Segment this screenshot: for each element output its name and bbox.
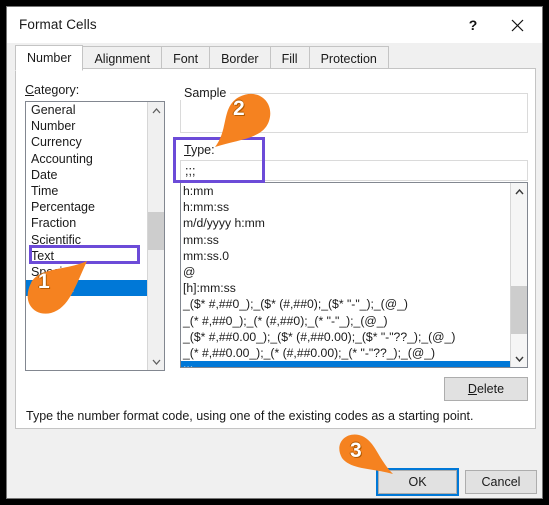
tab-number[interactable]: Number <box>15 45 84 71</box>
type-item[interactable]: h:mm <box>181 183 511 199</box>
type-item-list: h:mm h:mm:ss m/d/yyyy h:mm mm:ss mm:ss.0 @ [h]… <box>181 183 511 367</box>
type-item[interactable]: ;;; <box>181 361 511 367</box>
scroll-down-icon[interactable] <box>148 353 164 370</box>
category-item-percentage[interactable]: Percentage <box>26 199 148 215</box>
category-item-date[interactable]: Date <box>26 167 148 183</box>
category-listbox[interactable]: General Number Currency Accounting Date Time P… <box>25 101 165 371</box>
type-item[interactable]: [h]:mm:ss <box>181 280 511 296</box>
ok-button[interactable]: OK <box>376 468 459 496</box>
category-item-fraction[interactable]: Fraction <box>26 215 148 231</box>
scroll-up-icon[interactable] <box>148 102 164 119</box>
scroll-down-icon[interactable] <box>511 350 527 367</box>
help-icon[interactable]: ? <box>452 7 494 43</box>
type-item[interactable]: _($* #,##0_);_($* (#,##0);_($* "-"_);_(@… <box>181 296 511 312</box>
type-label: Type: <box>184 143 215 157</box>
category-label: Category: <box>25 83 80 97</box>
close-icon[interactable] <box>496 7 538 43</box>
delete-button[interactable]: Delete <box>444 377 528 401</box>
tab-strip: Number Alignment Font Border Fill Protection <box>7 43 542 71</box>
category-scroll-thumb[interactable] <box>148 212 164 250</box>
dialog-title-bar: Format Cells ? <box>7 7 542 43</box>
type-item[interactable]: mm:ss <box>181 232 511 248</box>
type-item[interactable]: _(* #,##0_);_(* (#,##0);_(* "-"_);_(@_) <box>181 313 511 329</box>
type-scroll-thumb[interactable] <box>511 286 527 334</box>
type-item[interactable]: _(* #,##0.00_);_(* (#,##0.00);_(* "-"??_… <box>181 345 511 361</box>
type-item[interactable]: @ <box>181 264 511 280</box>
category-item-number[interactable]: Number <box>26 118 148 134</box>
format-cells-dialog: Format Cells ? Number Alignment Font Border… <box>6 6 543 499</box>
hint-text: Type the number format code, using one o… <box>26 409 474 423</box>
type-item[interactable]: _($* #,##0.00_);_($* (#,##0.00);_($* "-"… <box>181 329 511 345</box>
type-item[interactable]: h:mm:ss <box>181 199 511 215</box>
number-tab-panel: Category: General Number Currency Accountin… <box>15 69 536 429</box>
category-item-list: General Number Currency Accounting Date Time P… <box>26 102 148 297</box>
dialog-title: Format Cells <box>19 17 97 32</box>
callout-3-number: 3 <box>350 439 362 462</box>
cancel-button[interactable]: Cancel <box>465 470 537 494</box>
sample-legend: Sample <box>180 86 231 100</box>
type-item[interactable]: mm:ss.0 <box>181 248 511 264</box>
category-scrollbar[interactable] <box>147 102 164 370</box>
category-item-text[interactable]: Text <box>26 248 148 264</box>
category-item-time[interactable]: Time <box>26 183 148 199</box>
type-input[interactable] <box>180 160 528 181</box>
category-item-accounting[interactable]: Accounting <box>26 151 148 167</box>
category-item-currency[interactable]: Currency <box>26 134 148 150</box>
type-item[interactable]: m/d/yyyy h:mm <box>181 215 511 231</box>
category-item-custom[interactable]: Custom <box>26 280 148 297</box>
sample-group-box <box>180 93 528 133</box>
type-scrollbar[interactable] <box>510 183 527 367</box>
category-item-special[interactable]: Special <box>26 264 148 280</box>
category-item-scientific[interactable]: Scientific <box>26 232 148 248</box>
scroll-up-icon[interactable] <box>511 183 527 200</box>
type-listbox[interactable]: h:mm h:mm:ss m/d/yyyy h:mm mm:ss mm:ss.0 @ [h]… <box>180 182 528 368</box>
category-item-general[interactable]: General <box>26 102 148 118</box>
